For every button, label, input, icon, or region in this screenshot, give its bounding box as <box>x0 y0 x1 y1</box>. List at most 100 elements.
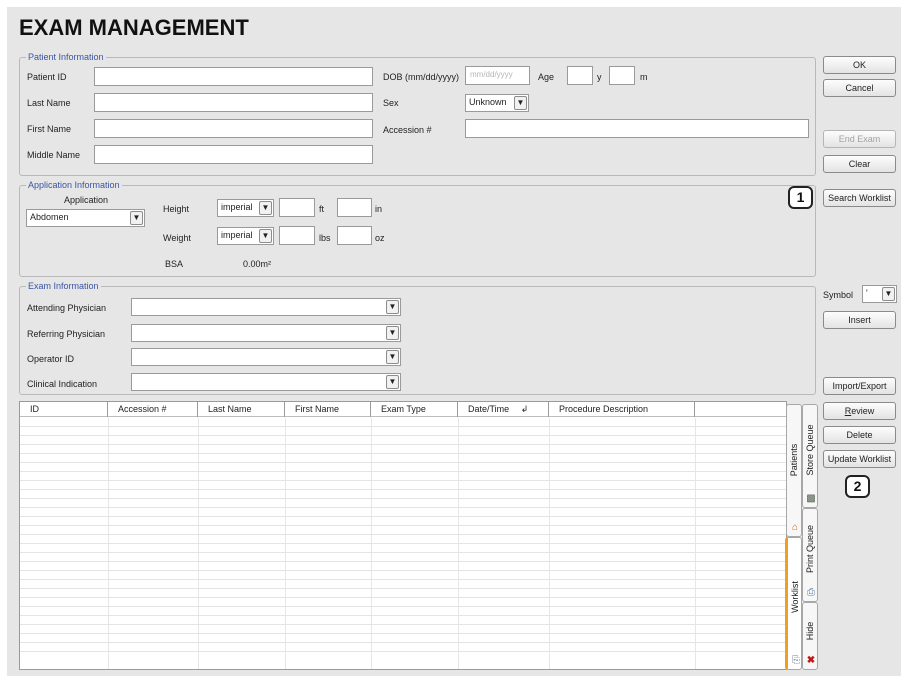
tab-print-queue[interactable]: Print Queue ⎙ <box>802 508 818 602</box>
table-row[interactable] <box>20 616 786 625</box>
chevron-down-icon: ▼ <box>882 287 895 301</box>
column-header-procedure[interactable]: Procedure Description <box>549 402 695 417</box>
end-exam-button[interactable]: End Exam <box>823 130 896 148</box>
height-ft-unit: ft <box>319 204 325 214</box>
table-row[interactable] <box>20 499 786 508</box>
age-label: Age <box>538 72 555 82</box>
first-name-input[interactable] <box>94 119 373 138</box>
column-header-exam-type[interactable]: Exam Type <box>371 402 458 417</box>
table-row[interactable] <box>20 589 786 598</box>
last-name-label: Last Name <box>27 98 71 108</box>
chevron-down-icon: ▼ <box>130 211 143 225</box>
application-value: Abdomen <box>30 212 69 222</box>
age-years-unit: y <box>597 72 602 82</box>
table-row[interactable] <box>20 580 786 589</box>
tab-hide[interactable]: Hide ✖ <box>802 602 818 670</box>
table-row[interactable] <box>20 490 786 499</box>
search-worklist-button[interactable]: Search Worklist <box>823 189 896 207</box>
referring-physician-select[interactable]: ▼ <box>131 324 401 342</box>
middle-name-label: Middle Name <box>27 150 81 160</box>
weight-lbs-input[interactable] <box>279 226 315 245</box>
age-years-input[interactable] <box>567 66 593 85</box>
application-label: Application <box>64 195 109 205</box>
table-row[interactable] <box>20 607 786 616</box>
cancel-button[interactable]: Cancel <box>823 79 896 97</box>
table-row[interactable] <box>20 481 786 490</box>
table-row[interactable] <box>20 598 786 607</box>
printer-icon: ⎙ <box>807 587 815 598</box>
height-unit-select[interactable]: imperial ▼ <box>217 199 274 217</box>
bsa-label: BSA <box>165 259 184 269</box>
table-row[interactable] <box>20 445 786 454</box>
table-row[interactable] <box>20 526 786 535</box>
age-months-input[interactable] <box>609 66 635 85</box>
column-header-last-name[interactable]: Last Name <box>198 402 285 417</box>
table-row[interactable] <box>20 535 786 544</box>
table-row[interactable] <box>20 517 786 526</box>
chevron-down-icon: ▼ <box>259 229 272 243</box>
table-row[interactable] <box>20 553 786 562</box>
callout-2: 2 <box>845 475 870 498</box>
attending-physician-select[interactable]: ▼ <box>131 298 401 316</box>
patient-id-input[interactable] <box>94 67 373 86</box>
attending-physician-label: Attending Physician <box>27 303 107 313</box>
operator-id-select[interactable]: ▼ <box>131 348 401 366</box>
table-row[interactable] <box>20 472 786 481</box>
height-in-unit: in <box>375 204 383 214</box>
table-row[interactable] <box>20 427 786 436</box>
home-icon: ⌂ <box>791 522 799 533</box>
table-row[interactable] <box>20 625 786 634</box>
sex-value: Unknown <box>469 97 507 107</box>
weight-unit-select[interactable]: imperial ▼ <box>217 227 274 245</box>
tab-patients[interactable]: Patients ⌂ <box>786 404 802 537</box>
delete-button[interactable]: Delete <box>823 426 896 444</box>
symbol-select[interactable]: ' ▼ <box>862 285 897 303</box>
table-row[interactable] <box>20 418 786 427</box>
table-row[interactable] <box>20 508 786 517</box>
column-header-date-time[interactable]: Date/Time ↲ <box>458 402 549 417</box>
table-row[interactable] <box>20 544 786 553</box>
exam-information-legend: Exam Information <box>28 281 99 291</box>
column-header-first-name[interactable]: First Name <box>285 402 371 417</box>
application-select[interactable]: Abdomen ▼ <box>26 209 145 227</box>
table-row[interactable] <box>20 454 786 463</box>
height-unit-value: imperial <box>221 202 253 212</box>
sex-select[interactable]: Unknown ▼ <box>465 94 529 112</box>
exam-list-table[interactable]: ID Accession # Last Name First Name Exam… <box>19 401 787 670</box>
table-row[interactable] <box>20 562 786 571</box>
height-ft-input[interactable] <box>279 198 315 217</box>
weight-oz-input[interactable] <box>337 226 372 245</box>
table-row[interactable] <box>20 571 786 580</box>
patient-information-legend: Patient Information <box>28 52 104 62</box>
table-row[interactable] <box>20 436 786 445</box>
clinical-indication-label: Clinical Indication <box>27 379 98 389</box>
clinical-indication-select[interactable]: ▼ <box>131 373 401 391</box>
update-worklist-button[interactable]: Update Worklist <box>823 450 896 468</box>
last-name-input[interactable] <box>94 93 373 112</box>
review-button[interactable]: Review <box>823 402 896 420</box>
table-row[interactable] <box>20 463 786 472</box>
table-row[interactable] <box>20 643 786 652</box>
tab-hide-label: Hide <box>805 621 815 640</box>
clear-button[interactable]: Clear <box>823 155 896 173</box>
tab-patients-label: Patients <box>789 443 799 477</box>
symbol-label: Symbol <box>823 290 854 300</box>
table-row[interactable] <box>20 634 786 643</box>
tab-worklist[interactable]: Worklist ⎘ <box>785 537 802 670</box>
tab-store-queue-label: Store Queue <box>805 424 815 476</box>
dob-input[interactable]: mm/dd/yyyy <box>465 66 530 85</box>
height-label: Height <box>163 204 190 214</box>
tab-store-queue[interactable]: Store Queue ▩ <box>802 404 818 508</box>
worklist-icon: ⎘ <box>792 655 800 666</box>
column-header-accession[interactable]: Accession # <box>108 402 198 417</box>
height-in-input[interactable] <box>337 198 372 217</box>
application-information-group: Application Information <box>19 180 816 277</box>
page-title: EXAM MANAGEMENT <box>19 15 249 40</box>
ok-button[interactable]: OK <box>823 56 896 74</box>
column-header-id[interactable]: ID <box>20 402 108 417</box>
middle-name-input[interactable] <box>94 145 373 164</box>
accession-input[interactable] <box>465 119 809 138</box>
table-header: ID Accession # Last Name First Name Exam… <box>20 402 786 417</box>
insert-button[interactable]: Insert <box>823 311 896 329</box>
import-export-button[interactable]: Import/Export <box>823 377 896 395</box>
